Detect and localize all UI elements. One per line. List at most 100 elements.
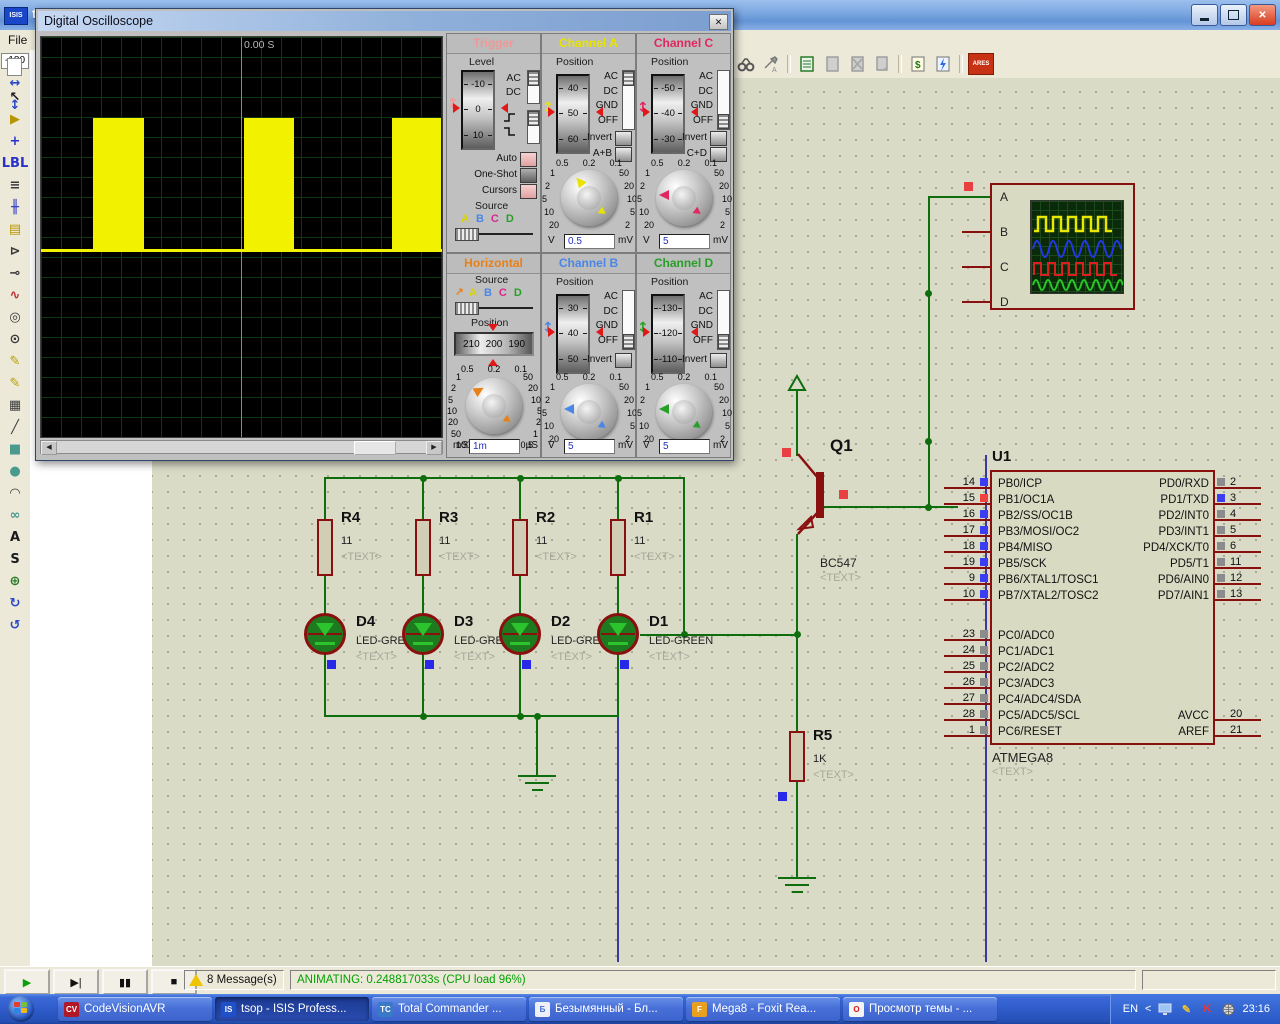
scroll-left-icon[interactable]: ◀ — [41, 441, 57, 455]
channel-d-volts-per-div-knob[interactable] — [656, 384, 712, 440]
led-component[interactable]: D1 LED-GREEN <TEXT> — [597, 613, 729, 675]
chip-pin[interactable]: 23 — [944, 628, 990, 644]
resistor-component[interactable]: R3 11 <TEXT> — [415, 511, 515, 603]
chip-pin[interactable]: 12 — [1215, 572, 1261, 588]
timebase-value-field[interactable]: 1m — [469, 439, 520, 454]
chip-pin[interactable]: 24 — [944, 644, 990, 660]
new-sheet-icon[interactable] — [821, 53, 843, 75]
minimize-button[interactable] — [1191, 4, 1218, 26]
trigger-coupling-switch[interactable] — [527, 70, 540, 104]
channel-c-volts-per-div-knob[interactable] — [656, 170, 712, 226]
start-button[interactable] — [8, 996, 34, 1022]
goto-sheet-icon[interactable] — [871, 53, 893, 75]
scroll-thumb[interactable] — [354, 441, 396, 455]
language-indicator[interactable]: EN — [1123, 1003, 1138, 1015]
collapse-chevron-icon[interactable]: < — [1145, 1003, 1151, 1015]
channel-a-coupling-switch[interactable] — [622, 70, 635, 130]
oscilloscope-title-bar[interactable]: Digital Oscilloscope ✕ — [38, 11, 731, 31]
channel-d-value-field[interactable]: 5 — [659, 439, 710, 454]
new-design-icon[interactable] — [7, 58, 22, 76]
chip-pin[interactable]: 11 — [1215, 556, 1261, 572]
oscilloscope-window[interactable]: Digital Oscilloscope ✕ 0.00 S ◀ ▶ Trigge… — [35, 8, 734, 461]
chip-pin[interactable]: 5 — [1215, 524, 1261, 540]
chip-pin[interactable]: 10 — [944, 588, 990, 604]
channel-a-value-field[interactable]: 0.5 — [564, 234, 615, 249]
auto-button[interactable] — [520, 152, 537, 167]
oscilloscope-close-icon[interactable]: ✕ — [709, 14, 728, 30]
kaspersky-icon[interactable]: K — [1200, 1003, 1214, 1016]
chip-pin[interactable]: 6 — [1215, 540, 1261, 556]
globe-icon[interactable] — [1221, 1003, 1235, 1016]
one-shot-button[interactable] — [520, 168, 537, 183]
probe-pin-label: D — [1000, 285, 1018, 320]
channel-c-coupling-switch[interactable] — [717, 70, 730, 130]
chip-pin[interactable]: 3 — [1215, 492, 1261, 508]
screen-scrollbar[interactable]: ◀ ▶ — [40, 440, 443, 454]
taskbar-button[interactable]: O Просмотр темы - ... — [843, 997, 997, 1021]
channel-c-invert-button[interactable] — [710, 131, 727, 146]
chip-pin[interactable]: 20 — [1215, 708, 1261, 724]
chip-pin[interactable]: 18 — [944, 540, 990, 556]
resistor-component[interactable]: R2 11 <TEXT> — [512, 511, 612, 603]
netlist-to-ares-icon[interactable]: ARES — [968, 53, 994, 75]
channel-a-title: Channel A — [542, 34, 635, 54]
taskbar-button[interactable]: IS tsop - ISIS Profess... — [215, 997, 369, 1021]
chip-pin[interactable]: 13 — [1215, 588, 1261, 604]
chip-pin[interactable]: 17 — [944, 524, 990, 540]
trigger-edge-switch[interactable] — [527, 110, 540, 144]
resistor-component[interactable]: R1 11 <TEXT> — [610, 511, 710, 603]
chip-pin[interactable]: 9 — [944, 572, 990, 588]
pin-name-label: PD2/INT0 — [1085, 508, 1209, 524]
message-counter[interactable]: 8 Message(s) — [184, 970, 284, 990]
property-assignment-tool-icon[interactable]: A — [760, 53, 782, 75]
taskbar-button[interactable]: CV CodeVisionAVR — [58, 997, 212, 1021]
probe-mini-screen — [1030, 200, 1124, 294]
taskbar-button[interactable]: F Mega8 - Foxit Rea... — [686, 997, 840, 1021]
clock[interactable]: 23:16 — [1242, 1003, 1270, 1015]
probe-pin-stub — [962, 266, 990, 268]
chip-pin[interactable]: 14 — [944, 476, 990, 492]
scroll-right-icon[interactable]: ▶ — [426, 441, 442, 455]
q1-transistor-symbol[interactable] — [752, 368, 882, 548]
trigger-level-slider[interactable]: -10010 — [461, 70, 495, 150]
channel-b-volts-per-div-knob[interactable] — [561, 384, 617, 440]
chip-pin[interactable]: 27 — [944, 692, 990, 708]
electrical-rules-check-icon[interactable] — [932, 53, 954, 75]
horizontal-source-slider[interactable] — [455, 302, 533, 314]
channel-c-value-field[interactable]: 5 — [659, 234, 710, 249]
remove-sheet-icon[interactable] — [846, 53, 868, 75]
taskbar-button[interactable]: Б Безымянный - Бл... — [529, 997, 683, 1021]
chip-pin[interactable]: 2 — [1215, 476, 1261, 492]
channel-a-invert-button[interactable] — [615, 131, 632, 146]
taskbar-button[interactable]: TC Total Commander ... — [372, 997, 526, 1021]
channel-b-value-field[interactable]: 5 — [564, 439, 615, 454]
chip-pin[interactable]: 19 — [944, 556, 990, 572]
find-icon[interactable] — [735, 53, 757, 75]
chip-pin[interactable]: 28 — [944, 708, 990, 724]
chip-pin[interactable]: 21 — [1215, 724, 1261, 740]
horizontal-position-display[interactable]: 210200190 — [454, 332, 534, 356]
chip-pin[interactable]: 15 — [944, 492, 990, 508]
chip-pin[interactable]: 25 — [944, 660, 990, 676]
chip-pin[interactable]: 16 — [944, 508, 990, 524]
channel-a-volts-per-div-knob[interactable] — [561, 170, 617, 226]
timebase-knob[interactable] — [466, 378, 522, 434]
display-icon[interactable] — [1158, 1003, 1172, 1016]
pen-icon[interactable]: ✎ — [1179, 1003, 1193, 1016]
restore-button[interactable] — [1220, 4, 1247, 26]
channel-b-invert-button[interactable] — [615, 353, 632, 368]
channel-d-coupling-switch[interactable] — [717, 290, 730, 350]
channel-b-coupling-switch[interactable] — [622, 290, 635, 350]
chip-pin[interactable]: 26 — [944, 676, 990, 692]
design-explorer-icon[interactable] — [796, 53, 818, 75]
chip-pin[interactable]: 4 — [1215, 508, 1261, 524]
resistor-component[interactable]: R4 11 <TEXT> — [317, 511, 417, 603]
chip-pin[interactable]: 1 — [944, 724, 990, 740]
trigger-source-slider[interactable] — [455, 228, 533, 240]
r5-component[interactable]: R5 1K <TEXT> — [789, 731, 889, 791]
cursors-button[interactable] — [520, 184, 537, 199]
close-button[interactable]: ✕ — [1249, 4, 1276, 26]
menu-file[interactable]: File — [8, 33, 27, 47]
channel-d-invert-button[interactable] — [710, 353, 727, 368]
bill-of-materials-icon[interactable]: $ — [907, 53, 929, 75]
